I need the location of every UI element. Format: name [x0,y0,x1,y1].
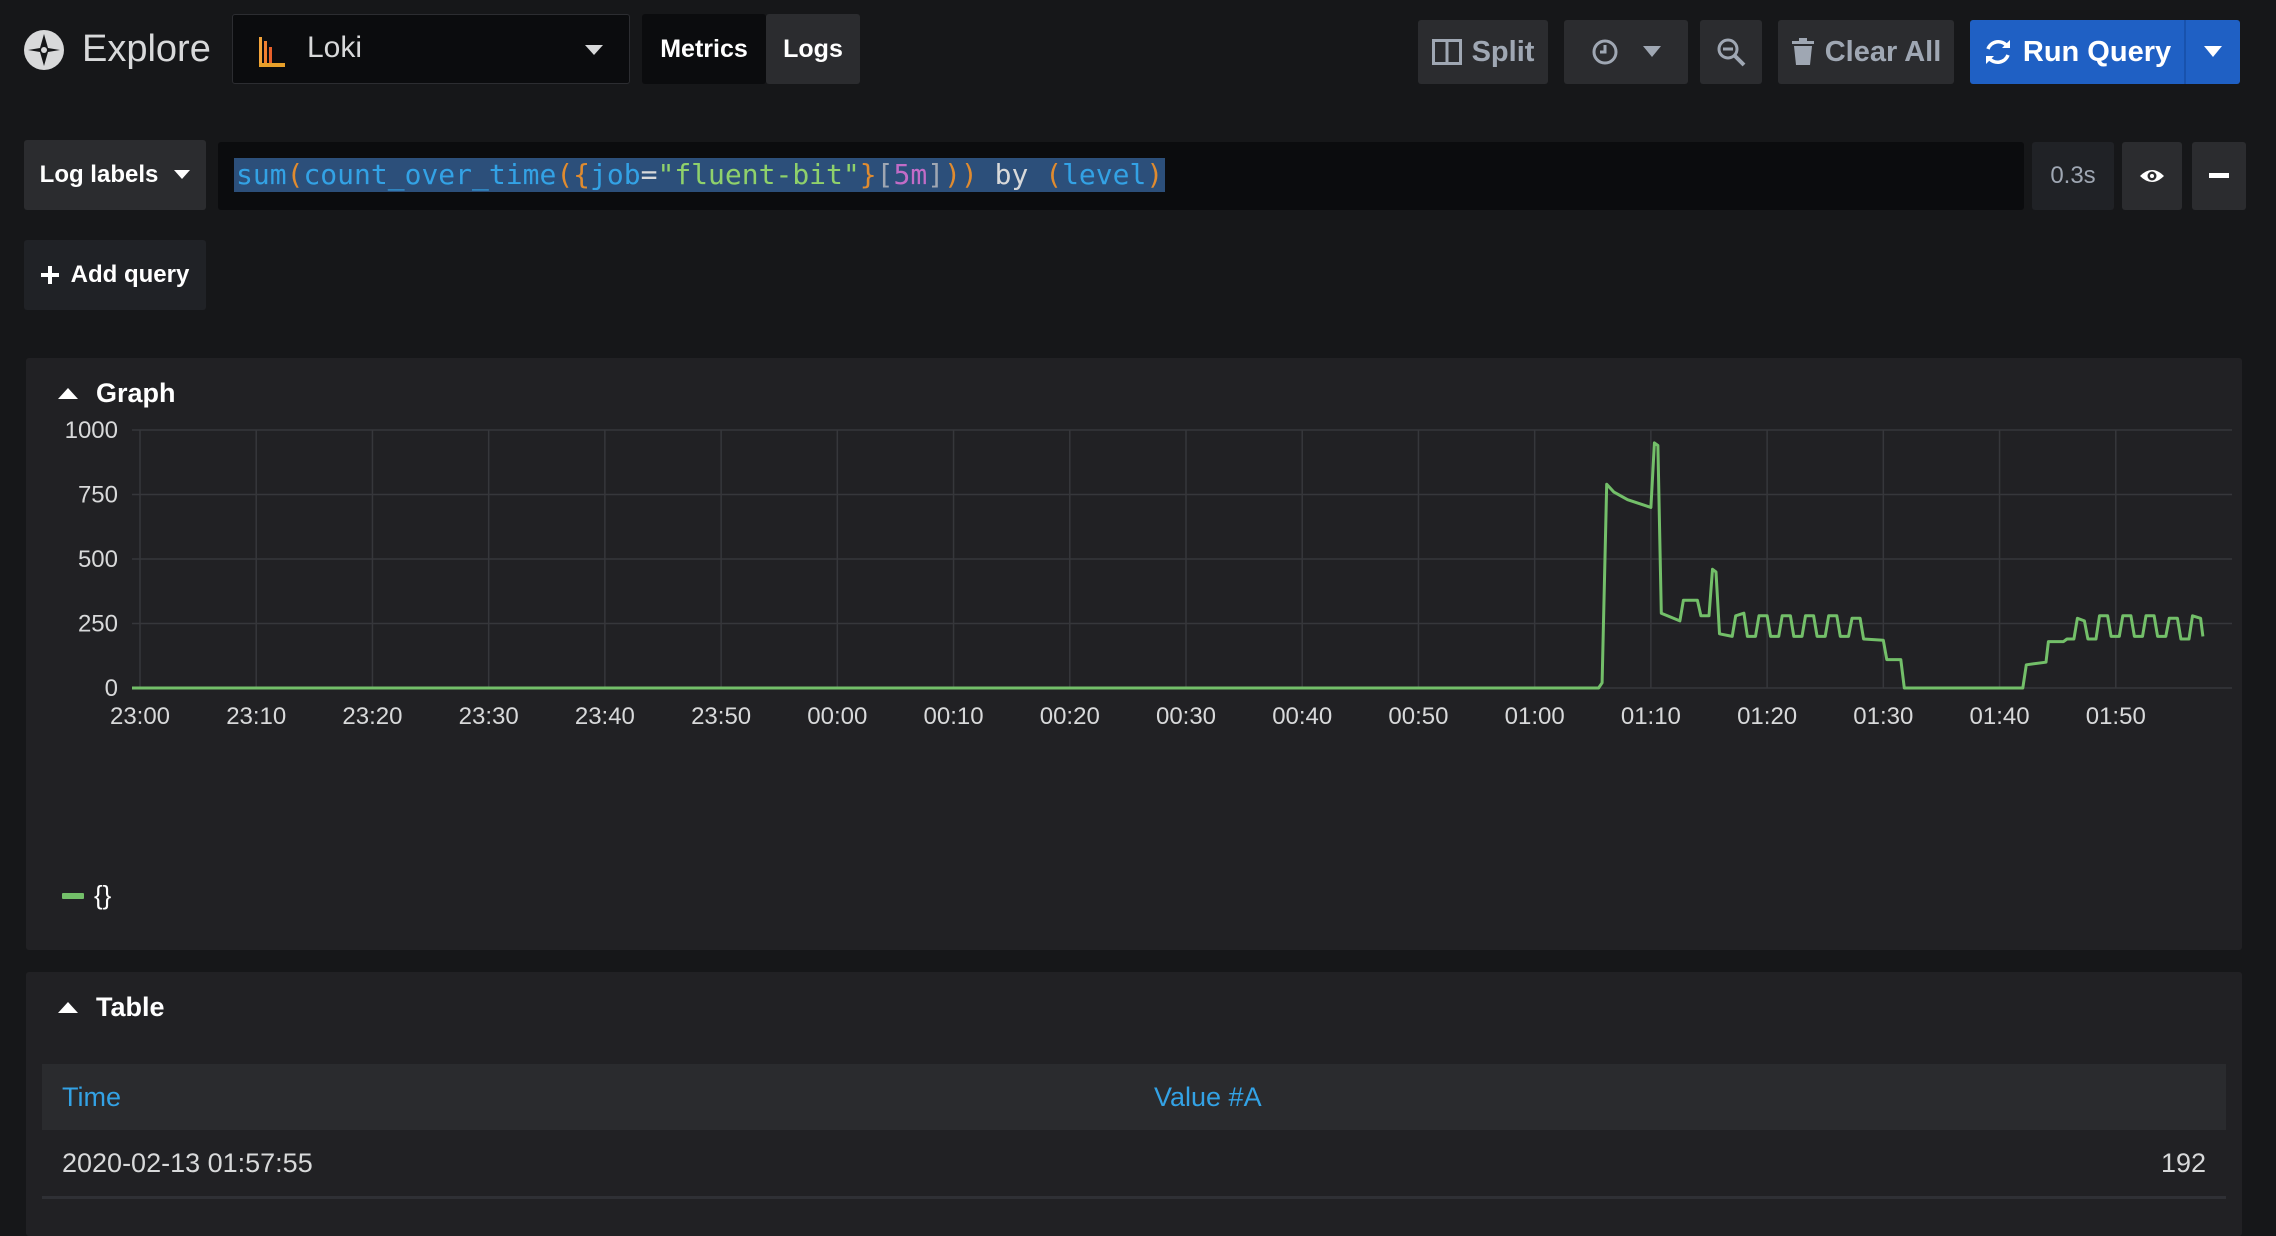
add-query-button[interactable]: Add query [24,240,206,310]
log-labels-button[interactable]: Log labels [24,140,206,210]
query-input[interactable]: sum(count_over_time({job="fluent-bit"}[5… [218,142,2024,210]
query-token: 5m [893,158,928,191]
query-token: "fluent-bit" [657,158,860,191]
cell-value: 192 [2160,1148,2206,1178]
graph-panel-toggle[interactable]: Graph [58,378,176,409]
legend-swatch [62,892,84,899]
x-tick-label: 01:10 [1621,703,1681,730]
explore-compass-icon [22,28,66,72]
split-button[interactable]: Split [1418,20,1548,84]
query-token: ] [927,158,945,191]
x-tick-label: 23:20 [342,703,402,730]
x-tick-label: 01:20 [1737,703,1797,730]
x-tick-label: 23:50 [691,703,751,730]
tab-metrics[interactable]: Metrics [642,14,766,84]
x-tick-label: 00:30 [1156,703,1216,730]
clock-icon [1592,39,1618,65]
column-header-time[interactable]: Time [62,1082,121,1113]
remove-query-button[interactable] [2192,142,2246,210]
table-panel-title: Table [96,992,165,1022]
x-tick-label: 01:40 [1970,703,2030,730]
clear-all-label: Clear All [1824,35,1942,68]
table-row: 2020-02-13 01:57:55 192 [42,1130,2226,1199]
legend-label: {} [94,880,112,910]
x-tick-label: 00:40 [1272,703,1332,730]
query-token: by [977,158,1046,191]
query-token: { [573,158,591,191]
plus-icon [40,266,59,284]
x-tick-label: 00:10 [924,703,984,730]
x-tick-label: 23:10 [226,703,286,730]
y-tick-label: 500 [78,546,118,573]
minus-icon [2209,173,2229,178]
add-query-label: Add query [70,261,190,288]
y-tick-label: 250 [78,611,118,638]
collapse-triangle-icon [58,1002,78,1013]
cell-time: 2020-02-13 01:57:55 [62,1148,313,1178]
query-token: ) [960,158,978,191]
query-token: ( [286,158,304,191]
query-token: sum [236,158,287,191]
x-tick-label: 01:50 [2086,703,2146,730]
column-header-value[interactable]: Value #A [1154,1082,1262,1113]
time-picker-button[interactable] [1564,20,1688,84]
line-chart[interactable]: 0 250 500 750 1000 23:00 23:10 23:20 23:30 23:40 2… [26,418,2242,878]
y-tick-label: 1000 [65,418,118,444]
query-token: = [640,158,658,191]
chevron-down-icon [2204,46,2222,57]
trash-icon [1791,38,1814,65]
table-header: Time Value #A [42,1064,2226,1130]
graph-panel-title: Graph [96,378,176,408]
collapse-triangle-icon [58,388,78,399]
x-tick-label: 01:00 [1505,703,1565,730]
x-tick-label: 23:30 [459,703,519,730]
graph-panel: Graph 0 250 500 750 1000 23:00 23:10 23:20 23:30… [26,358,2242,950]
query-token: job [590,158,641,191]
query-text: sum(count_over_time({job="fluent-bit"}[5… [234,158,1166,192]
datasource-name: Loki [307,31,363,64]
zoom-out-button[interactable] [1700,20,1762,84]
refresh-icon [1985,40,2010,64]
y-tick-label: 750 [78,482,118,509]
query-token: level [1062,158,1147,191]
split-label: Split [1471,35,1535,68]
y-tick-label: 0 [105,675,118,702]
table-panel: Table Time Value #A 2020-02-13 01:57:55 … [26,972,2242,1236]
clear-all-button[interactable]: Clear All [1778,20,1954,84]
table-panel-toggle[interactable]: Table [58,992,165,1023]
page-title: Explore [82,28,211,70]
query-token: ) [944,158,961,191]
log-labels-label: Log labels [39,161,159,188]
loki-logo-icon [257,35,287,69]
x-tick-label: 00:20 [1040,703,1100,730]
tab-logs[interactable]: Logs [766,14,860,84]
x-tick-label: 23:00 [110,703,170,730]
chevron-down-icon [585,45,603,55]
series-line [132,441,2205,690]
query-token: ( [1045,158,1063,191]
chevron-down-icon [1643,46,1661,57]
zoom-out-icon [1717,38,1746,67]
x-tick-label: 01:30 [1853,703,1913,730]
x-tick-label: 23:40 [575,703,635,730]
chevron-down-icon [174,170,191,179]
run-query-button[interactable]: Run Query [1970,20,2184,84]
datasource-picker[interactable]: Loki [232,14,630,84]
query-token: ( [556,158,574,191]
run-query-options-button[interactable] [2184,20,2240,84]
run-query-label: Run Query [2022,35,2172,68]
x-tick-label: 00:50 [1388,703,1448,730]
eye-icon [2140,170,2164,182]
query-token: count_over_time [303,158,557,191]
toggle-query-visibility-button[interactable] [2122,142,2182,210]
chart-legend[interactable]: {} [62,880,111,911]
query-duration: 0.3s [2032,142,2114,210]
query-token: [ [876,158,894,191]
x-tick-label: 00:00 [807,703,867,730]
split-icon [1431,39,1462,65]
query-token: } [859,158,877,191]
query-token: ) [1146,158,1164,191]
